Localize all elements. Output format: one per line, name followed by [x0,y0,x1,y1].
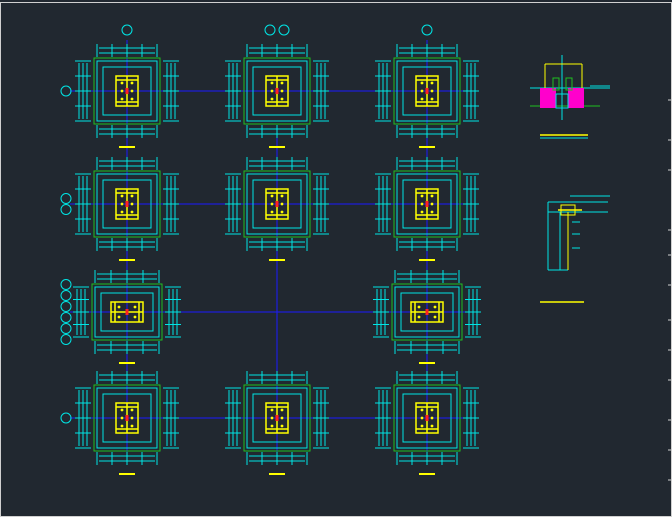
anchor-bolt [120,194,124,198]
center-mark [425,415,429,421]
anchor-bolt [430,202,434,206]
axis-bubble-left [60,334,72,345]
anchor-bolt [117,305,121,309]
axis-bubble-left [60,279,72,290]
anchor-bolt [280,416,284,420]
anchor-bolt [270,89,274,93]
anchor-bolt [430,97,434,101]
detail-plate [568,88,584,108]
anchor-bolt [270,416,274,420]
grid-lines [70,40,470,460]
axis-bubble-top [421,24,433,36]
anchor-bolt [120,210,124,214]
anchor-bolt [430,210,434,214]
anchor-bolt [120,408,124,412]
anchor-bolt [420,202,424,206]
center-mark [275,415,279,421]
axis-bubble-left [60,312,72,323]
anchor-bolt [430,424,434,428]
anchor-bolt [120,416,124,420]
axis-bubble-top [121,24,133,36]
anchor-bolt [420,81,424,85]
anchor-bolt [430,194,434,198]
axis-bubble-left [60,301,72,312]
anchor-bolt [433,305,437,309]
center-mark [125,88,129,94]
anchor-bolt [280,424,284,428]
anchor-bolt [417,305,421,309]
center-mark [275,88,279,94]
anchor-bolt [280,81,284,85]
axis-bubble-left [60,323,72,334]
anchor-bolt [130,81,134,85]
anchor-bolt [420,424,424,428]
anchor-bolt [130,408,134,412]
anchor-bolt [133,315,137,319]
anchor-bolt [433,315,437,319]
section-detail [530,55,610,139]
anchor-bolt [120,424,124,428]
anchor-bolt [270,97,274,101]
anchor-bolt [420,408,424,412]
axis-bubble-left [60,412,72,424]
anchor-bolt [130,424,134,428]
anchor-bolt [420,416,424,420]
axis-bubble-top [264,24,276,36]
anchor-bolt [280,408,284,412]
anchor-bolt [270,424,274,428]
center-mark [275,201,279,207]
axis-bubble-left [60,290,72,301]
anchor-bolt [270,202,274,206]
anchor-bolt [420,89,424,93]
axis-bubble-left [60,204,72,215]
cad-drawing [0,2,672,517]
anchor-bolt [130,210,134,214]
anchor-bolt [280,202,284,206]
anchor-bolt [420,194,424,198]
center-mark [125,201,129,207]
center-mark [425,201,429,207]
center-mark [125,415,129,421]
center-mark [425,88,429,94]
anchor-bolt [420,97,424,101]
anchor-bolt [280,210,284,214]
anchor-bolt [133,305,137,309]
anchor-bolt [430,408,434,412]
anchor-bolt [280,89,284,93]
anchor-bolt [280,194,284,198]
anchor-bolt [117,315,121,319]
anchor-bolt [130,202,134,206]
anchor-bolt [120,97,124,101]
anchor-bolt [280,97,284,101]
anchor-bolt [420,210,424,214]
center-mark [125,309,129,315]
anchor-bolt [120,202,124,206]
anchor-bolt [130,89,134,93]
anchor-bolt [270,194,274,198]
base-plates [73,44,481,475]
anchor-bolt [130,97,134,101]
anchor-bolt [430,89,434,93]
center-mark [425,309,429,315]
anchor-bolt [130,194,134,198]
anchor-bolt [270,81,274,85]
drawing-frame [0,2,672,517]
anchor-bolt [430,416,434,420]
axis-bubble-left [60,85,72,97]
anchor-bolt [130,416,134,420]
detail-plate [540,88,556,108]
axis-bubble-top [278,24,290,36]
base-plate [225,44,329,148]
anchor-bolt [430,81,434,85]
axis-bubble-left [60,193,72,204]
drawing-canvas[interactable] [0,0,672,517]
anchor-bolt [120,89,124,93]
anchor-bolt [417,315,421,319]
anchor-bolt [270,210,274,214]
connection-detail [540,195,610,303]
anchor-bolt [120,81,124,85]
anchor-bolt [270,408,274,412]
